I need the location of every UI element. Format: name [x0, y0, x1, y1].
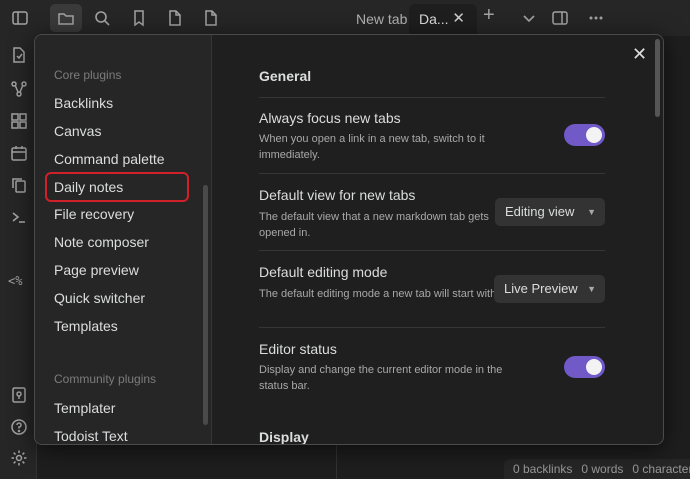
file-icon[interactable]: [166, 9, 184, 27]
nav-scrollbar[interactable]: [203, 185, 208, 425]
close-modal-icon[interactable]: ✕: [632, 44, 647, 65]
setting-divider: [259, 250, 605, 251]
split-view-icon[interactable]: [551, 9, 569, 27]
settings-nav: Core plugins Backlinks Canvas Command pa…: [35, 35, 212, 444]
tab-new-tab[interactable]: New tab: [352, 4, 408, 36]
tab-active[interactable]: Da... ✕: [409, 4, 477, 36]
setting-divider: [259, 173, 605, 174]
nav-item-page-preview[interactable]: Page preview: [54, 262, 139, 278]
search-icon[interactable]: [93, 9, 111, 27]
nav-item-templates[interactable]: Templates: [54, 318, 118, 334]
new-tab-plus-icon[interactable]: +: [483, 4, 495, 27]
dropdown-default-editing-mode[interactable]: Live Preview ▼: [494, 275, 605, 303]
canvas-icon[interactable]: [10, 112, 28, 130]
chevron-down-icon[interactable]: [520, 9, 538, 27]
tab-label: Da...: [419, 11, 449, 27]
close-tab-icon[interactable]: ✕: [452, 4, 465, 34]
nav-item-command-palette[interactable]: Command palette: [54, 151, 165, 167]
nav-item-note-composer[interactable]: Note composer: [54, 234, 149, 250]
setting-divider: [259, 97, 605, 98]
section-heading-display: Display: [259, 429, 309, 445]
setting-name-editor-status: Editor status: [259, 341, 337, 357]
setting-divider: [259, 327, 605, 328]
status-characters: 0 characters: [632, 462, 690, 476]
setting-name-default-view: Default view for new tabs: [259, 187, 416, 203]
nav-item-templater[interactable]: Templater: [54, 400, 115, 416]
settings-gear-icon[interactable]: [10, 449, 28, 467]
dropdown-value: Editing view: [505, 204, 575, 219]
toggle-knob: [586, 359, 602, 375]
setting-name-always-focus: Always focus new tabs: [259, 110, 401, 126]
toggle-knob: [586, 127, 602, 143]
more-options-icon[interactable]: [587, 9, 605, 27]
graph-view-icon[interactable]: [10, 80, 28, 98]
tab-label: New tab: [356, 11, 408, 27]
open-quick-switcher-icon[interactable]: [10, 46, 28, 64]
dropdown-value: Live Preview: [504, 281, 578, 296]
terminal-icon[interactable]: [10, 208, 28, 226]
nav-item-canvas[interactable]: Canvas: [54, 123, 101, 139]
nav-item-file-recovery[interactable]: File recovery: [54, 206, 134, 222]
setting-desc-default-view: The default view that a new markdown tab…: [259, 211, 489, 239]
title-bar: New tab Da... ✕ +: [0, 0, 690, 36]
nav-item-backlinks[interactable]: Backlinks: [54, 95, 113, 111]
section-heading-general: General: [259, 68, 312, 84]
left-ribbon: <%: [0, 36, 37, 479]
daily-notes-highlight-box: [45, 172, 189, 202]
calendar-icon[interactable]: [10, 144, 28, 162]
setting-name-default-editing-mode: Default editing mode: [259, 264, 388, 280]
toggle-editor-status[interactable]: [564, 356, 605, 378]
copy-icon[interactable]: [10, 176, 28, 194]
nav-item-todoist-text[interactable]: Todoist Text: [54, 428, 128, 444]
file-icon-2[interactable]: [202, 9, 220, 27]
caret-down-icon: ▼: [587, 207, 596, 217]
toggle-always-focus-new-tabs[interactable]: [564, 124, 605, 146]
content-scrollbar[interactable]: [655, 39, 660, 117]
nav-group-core-plugins: Core plugins: [54, 68, 122, 82]
folder-icon[interactable]: [57, 9, 75, 27]
status-backlinks[interactable]: 0 backlinks: [513, 462, 572, 476]
bookmark-icon[interactable]: [130, 9, 148, 27]
nav-group-community-plugins: Community plugins: [54, 372, 157, 386]
dropdown-default-view[interactable]: Editing view ▼: [495, 198, 605, 226]
sidebar-toggle-icon[interactable]: [11, 9, 29, 27]
setting-desc-default-editing-mode: The default editing mode a new tab will …: [259, 288, 500, 300]
nav-item-quick-switcher[interactable]: Quick switcher: [54, 290, 145, 306]
help-icon[interactable]: [10, 418, 28, 436]
vault-icon[interactable]: [10, 386, 28, 404]
setting-desc-editor-status: Display and change the current editor mo…: [259, 364, 503, 392]
caret-down-icon: ▼: [587, 284, 596, 294]
status-words: 0 words: [581, 462, 624, 476]
settings-modal: Core plugins Backlinks Canvas Command pa…: [34, 34, 664, 445]
status-bar: 0 backlinks 0 words 0 characters: [504, 459, 690, 479]
setting-desc-always-focus: When you open a link in a new tab, switc…: [259, 133, 485, 161]
templater-icon[interactable]: <%: [8, 274, 22, 288]
